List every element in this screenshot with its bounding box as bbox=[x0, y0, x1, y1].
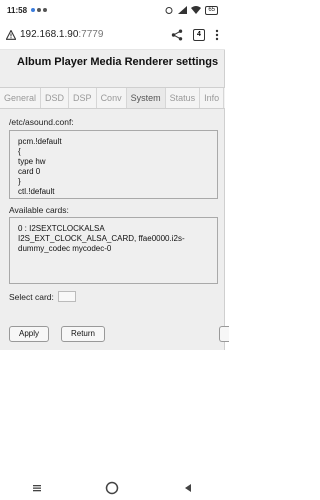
status-time: 11:58 bbox=[7, 5, 28, 15]
signal-icon bbox=[178, 6, 188, 14]
settings-tabs: General DSD DSP Conv System Status Info bbox=[0, 87, 225, 109]
share-icon[interactable] bbox=[171, 29, 183, 41]
tab-system[interactable]: System bbox=[126, 88, 166, 108]
notification-dot-icon bbox=[43, 8, 48, 12]
more-menu-icon[interactable] bbox=[215, 29, 219, 41]
notification-icons bbox=[31, 8, 48, 12]
config-line: pcm.!default bbox=[18, 137, 62, 146]
back-icon[interactable] bbox=[182, 482, 194, 494]
cards-label: Available cards: bbox=[9, 205, 69, 215]
wifi-icon bbox=[191, 6, 202, 14]
tab-info[interactable]: Info bbox=[200, 88, 225, 108]
tab-general[interactable]: General bbox=[0, 88, 42, 108]
alarm-icon bbox=[165, 7, 173, 14]
card-line: 0 : I2SEXTCLOCKALSA bbox=[18, 224, 105, 233]
battery-icon: 65 bbox=[205, 5, 218, 15]
warning-icon[interactable] bbox=[6, 29, 16, 40]
config-line: } bbox=[18, 177, 21, 186]
system-navigation-bar bbox=[0, 475, 225, 500]
select-card-label: Select card: bbox=[9, 291, 54, 302]
browser-toolbar: 192.168.1.90:7779 4 bbox=[0, 20, 225, 50]
config-line: card 0 bbox=[18, 167, 41, 176]
status-bar: 11:58 65 bbox=[0, 0, 225, 20]
tab-dsp[interactable]: DSP bbox=[69, 88, 97, 108]
select-card-row: Select card: bbox=[9, 291, 76, 302]
status-right: 65 bbox=[164, 5, 218, 15]
tab-status[interactable]: Status bbox=[165, 88, 201, 108]
config-label: /etc/asound.conf: bbox=[9, 117, 74, 127]
messenger-icon bbox=[31, 8, 36, 12]
card-line: I2S_EXT_CLOCK_ALSA_CARD, ffae0000.i2s- bbox=[18, 234, 185, 243]
select-card-dropdown[interactable] bbox=[57, 291, 76, 302]
tab-conv[interactable]: Conv bbox=[96, 88, 127, 108]
address-bar[interactable]: 192.168.1.90:7779 bbox=[20, 29, 171, 40]
home-icon[interactable] bbox=[105, 481, 119, 495]
tab-dsd[interactable]: DSD bbox=[41, 88, 70, 108]
config-line: type hw bbox=[18, 157, 46, 166]
return-button[interactable]: Return bbox=[61, 326, 105, 342]
apply-button[interactable]: Apply bbox=[9, 326, 49, 342]
available-cards-textarea[interactable]: 0 : I2SEXTCLOCKALSA I2S_EXT_CLOCK_ALSA_C… bbox=[9, 217, 218, 284]
menu-icon[interactable] bbox=[31, 482, 43, 494]
url-host: 192.168.1.90 bbox=[20, 29, 79, 40]
config-line: { bbox=[18, 147, 21, 156]
card-line: dummy_codec mycodec-0 bbox=[18, 244, 112, 253]
asound-config-textarea[interactable]: pcm.!default { type hw card 0 } ctl.!def… bbox=[9, 130, 218, 199]
url-port: :7779 bbox=[78, 29, 104, 40]
browser-actions: 4 bbox=[171, 28, 219, 41]
config-line: ctl.!default bbox=[18, 187, 55, 196]
settings-page: Album Player Media Renderer settings Gen… bbox=[0, 50, 229, 350]
partial-button[interactable] bbox=[219, 326, 229, 342]
notification-dot-icon bbox=[37, 8, 42, 12]
tab-switcher-button[interactable]: 4 bbox=[193, 28, 205, 41]
page-title: Album Player Media Renderer settings bbox=[17, 56, 219, 68]
